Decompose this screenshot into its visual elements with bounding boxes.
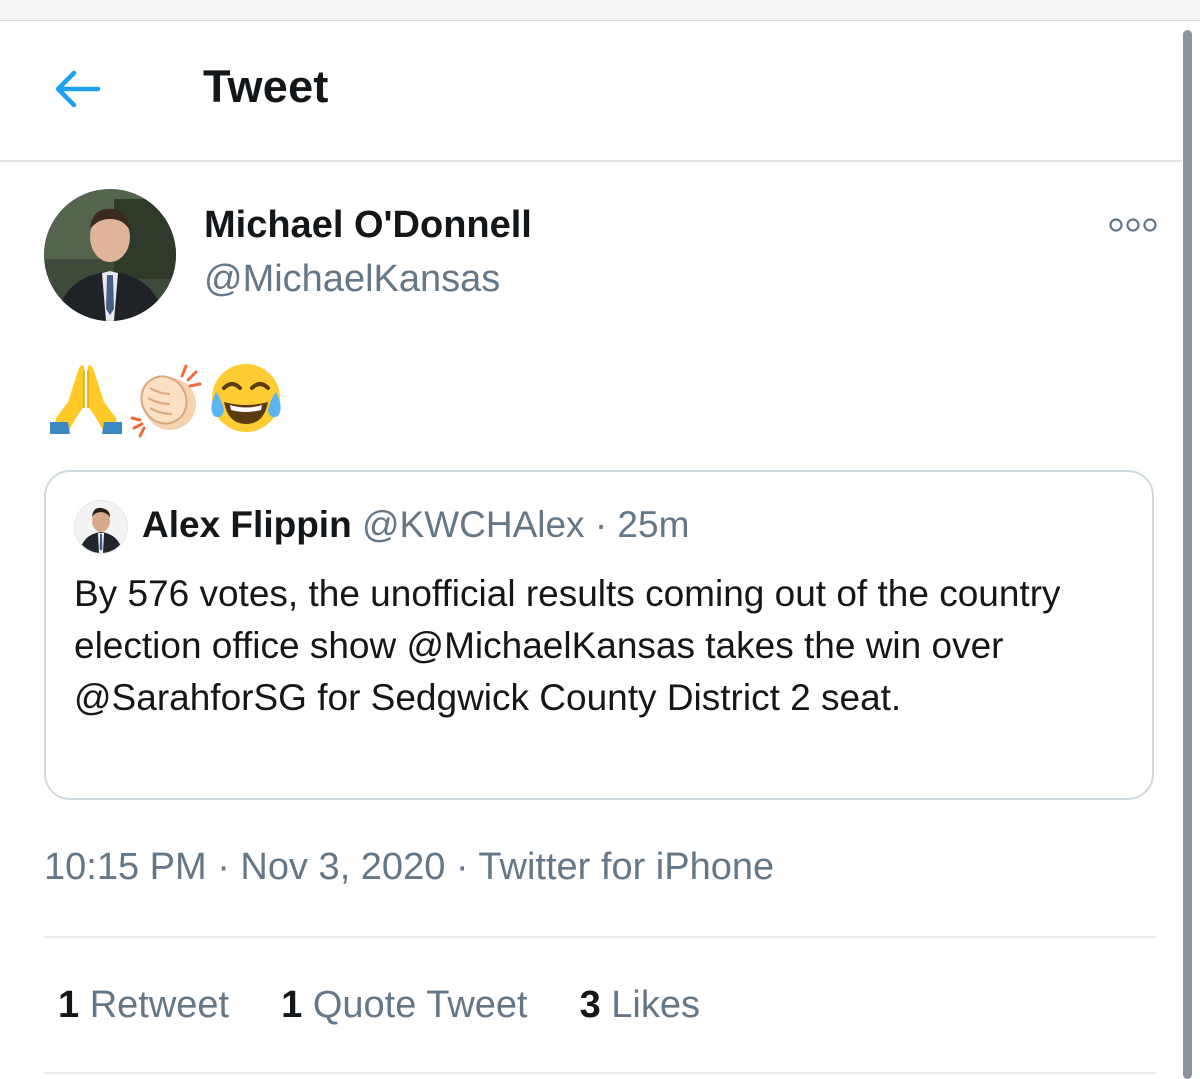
tweet-text-emojis (46, 358, 286, 438)
quotes-count: 1 (281, 984, 303, 1026)
back-button[interactable] (52, 65, 112, 115)
author-avatar[interactable] (44, 189, 176, 321)
likes-count: 3 (579, 984, 601, 1026)
more-options-icon (1104, 218, 1162, 242)
author-name[interactable]: Michael O'Donnell (204, 204, 532, 247)
quotes-label: Quote Tweet (312, 984, 528, 1026)
quoted-header: Alex Flippin @KWCHAlex · 25m (142, 504, 689, 546)
quoted-author-avatar (74, 500, 128, 554)
author-handle[interactable]: @MichaelKansas (204, 258, 500, 301)
scrollbar[interactable] (1183, 30, 1192, 1079)
browser-top-strip (0, 0, 1200, 21)
folded-hands-emoji (46, 358, 126, 438)
tweet-source-link[interactable]: Twitter for iPhone (478, 846, 774, 888)
page-title: Tweet (203, 61, 329, 112)
retweets-count: 1 (58, 984, 80, 1026)
tears-of-joy-emoji (206, 358, 286, 438)
quoted-text: By 576 votes, the unofficial results com… (74, 573, 1061, 718)
tweet-time: 10:15 PM · Nov 3, 2020 · (44, 846, 479, 888)
retweets-label: Retweet (89, 984, 230, 1026)
divider (44, 1072, 1156, 1074)
divider (44, 936, 1156, 938)
tweet-stats: 1 Retweet 1 Quote Tweet 3 Likes (58, 984, 752, 1027)
tweet-timestamp: 10:15 PM · Nov 3, 2020 · Twitter for iPh… (44, 846, 774, 889)
quoted-tweet[interactable]: Alex Flippin @KWCHAlex · 25m By 576 vote… (44, 470, 1154, 800)
clapping-hands-emoji (126, 358, 206, 438)
likes-stat[interactable]: 3 Likes (580, 984, 700, 1027)
page-header: Tweet (0, 21, 1182, 162)
retweets-stat[interactable]: 1 Retweet (58, 984, 229, 1027)
more-options-button[interactable] (1104, 212, 1162, 238)
quoted-author-name: Alex Flippin (142, 504, 352, 545)
back-arrow-icon (52, 65, 112, 115)
likes-label: Likes (611, 984, 701, 1026)
quote-tweets-stat[interactable]: 1 Quote Tweet (281, 984, 527, 1027)
quoted-meta: @KWCHAlex · 25m (361, 504, 690, 545)
